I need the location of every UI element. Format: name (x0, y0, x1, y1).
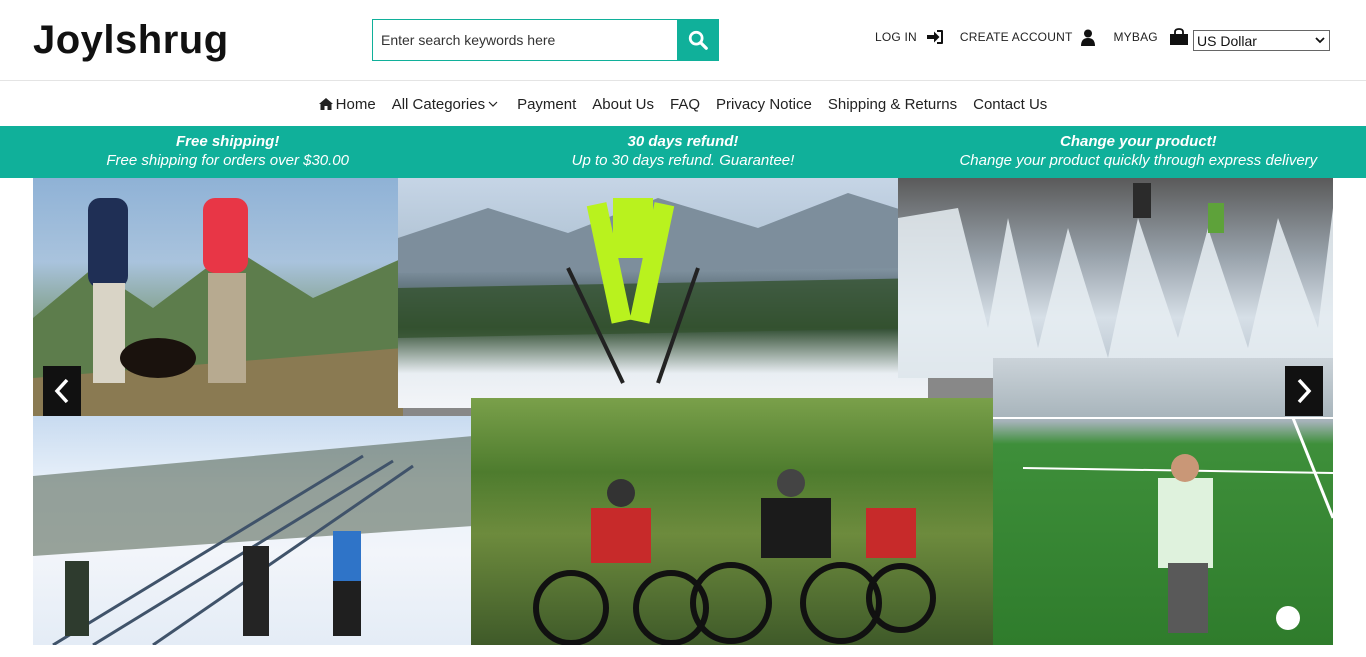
promo-title: 30 days refund! (627, 133, 739, 150)
sign-in-icon (926, 30, 943, 44)
account-links: LOG IN CREATE ACCOUNT MYBAG (875, 28, 1189, 46)
promo-refund: 30 days refund! Up to 30 days refund. Gu… (455, 126, 910, 178)
mybag-link[interactable]: MYBAG (1113, 28, 1188, 46)
shopping-bag-icon (1169, 28, 1188, 45)
promo-free-shipping: Free shipping! Free shipping for orders … (0, 126, 455, 178)
nav-home[interactable]: Home (318, 95, 376, 113)
site-logo[interactable]: Joylshrug (33, 17, 229, 63)
nav-payment[interactable]: Payment (517, 96, 576, 113)
chevron-down-icon (1315, 37, 1325, 44)
hero-image-mountain-biking (471, 398, 1001, 645)
hero-image-soccer (993, 358, 1333, 645)
currency-value: US Dollar (1197, 32, 1257, 49)
search-input[interactable] (373, 20, 677, 60)
promo-title: Free shipping! (175, 133, 280, 150)
search-bar (372, 19, 719, 61)
login-link[interactable]: LOG IN (875, 29, 944, 45)
slider-next-button[interactable] (1285, 366, 1323, 416)
mybag-label: MYBAG (1113, 30, 1158, 44)
create-account-link[interactable]: CREATE ACCOUNT (960, 29, 1096, 46)
search-icon (688, 30, 708, 50)
slider-prev-button[interactable] (43, 366, 81, 416)
nav-faq[interactable]: FAQ (670, 96, 700, 113)
create-account-label: CREATE ACCOUNT (959, 30, 1073, 44)
login-label: LOG IN (875, 30, 917, 44)
user-icon (1081, 29, 1096, 46)
nav-home-label: Home (335, 95, 376, 113)
currency-select[interactable]: US Dollar (1193, 30, 1330, 51)
promo-subtitle: Free shipping for orders over $30.00 (106, 152, 349, 169)
chevron-down-icon (488, 101, 498, 107)
hero-image-hiking (33, 178, 403, 418)
nav-all-categories[interactable]: All Categories (392, 96, 501, 113)
nav-all-categories-label: All Categories (391, 95, 486, 113)
nav-shipping-returns[interactable]: Shipping & Returns (828, 96, 957, 113)
promo-subtitle: Change your product quickly through expr… (959, 152, 1318, 169)
hero-image-ski-jump (398, 178, 928, 408)
hero-slider[interactable] (33, 178, 1333, 645)
promo-title: Change your product! (1059, 133, 1217, 150)
site-header: Joylshrug LOG IN CREATE ACCOUNT MYB (0, 0, 1366, 81)
nav-privacy-notice[interactable]: Privacy Notice (716, 96, 812, 113)
chevron-right-icon (1297, 378, 1312, 404)
search-button[interactable] (677, 20, 718, 60)
nav-about-us[interactable]: About Us (592, 96, 654, 113)
hero-image-cross-country-ski (33, 416, 473, 645)
main-nav: Home All Categories Payment About Us FAQ… (0, 82, 1366, 126)
nav-contact-us[interactable]: Contact Us (973, 96, 1047, 113)
home-icon (318, 98, 333, 110)
hero-image-ice-climbing (898, 178, 1333, 378)
promo-bar: Free shipping! Free shipping for orders … (0, 126, 1366, 178)
chevron-left-icon (54, 378, 69, 404)
promo-change-product: Change your product! Change your product… (911, 126, 1366, 178)
promo-subtitle: Up to 30 days refund. Guarantee! (571, 152, 795, 169)
